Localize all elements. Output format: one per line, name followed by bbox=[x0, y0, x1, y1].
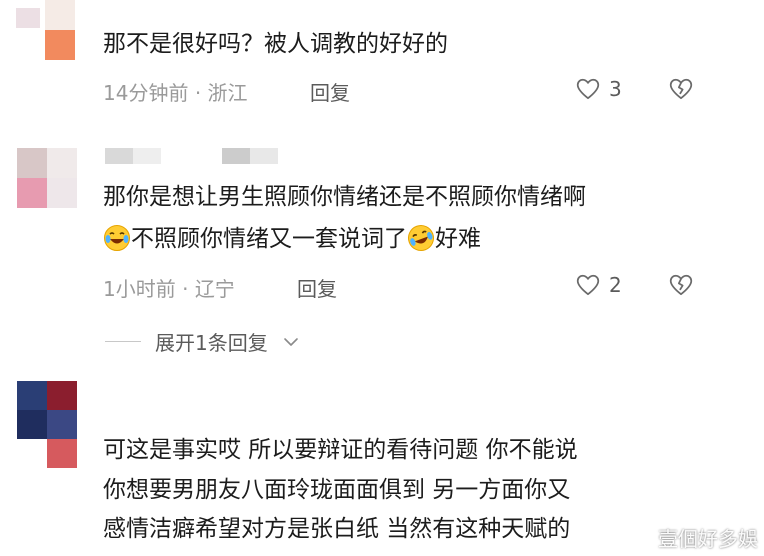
comment-text-segment: 好难 bbox=[435, 226, 481, 252]
watermark: 壹個好多娛 bbox=[658, 527, 758, 551]
reply-target-blurred bbox=[222, 148, 278, 164]
like-button[interactable]: 2 bbox=[575, 272, 622, 298]
expand-replies-label: 展开1条回复 bbox=[155, 331, 268, 355]
chevron-down-icon bbox=[283, 337, 298, 346]
comment-location: 浙江 bbox=[207, 81, 248, 105]
heart-outline-icon bbox=[576, 274, 600, 296]
reply-button[interactable]: 回复 bbox=[297, 273, 337, 302]
meta-separator: · bbox=[194, 81, 202, 105]
comment-text: 那不是很好吗？被人调教的好好的 bbox=[103, 31, 448, 57]
comment-text: 可这是事实哎 所以要辩证的看待问题 你不能说 bbox=[103, 437, 578, 463]
like-count: 2 bbox=[609, 273, 622, 297]
comment-text-line2: 不照顾你情绪又一套说词了 好难 bbox=[103, 223, 481, 255]
avatar[interactable] bbox=[45, 0, 75, 60]
laughing-crying-emoji-icon bbox=[104, 225, 130, 251]
comment-location: 辽宁 bbox=[194, 277, 235, 301]
dislike-button[interactable] bbox=[668, 76, 694, 106]
avatar[interactable] bbox=[17, 381, 77, 468]
comment-text-line2: 你想要男朋友八面玲珑面面俱到 另一方面你又 bbox=[103, 477, 571, 503]
heart-outline-icon bbox=[576, 78, 600, 100]
comment-time: 14分钟前 bbox=[103, 81, 189, 105]
comment-text-segment: 不照顾你情绪又一套说词了 bbox=[131, 226, 407, 252]
avatar[interactable] bbox=[17, 148, 77, 208]
comment-time: 1小时前 bbox=[103, 277, 176, 301]
comment-meta: 1小时前 · 辽宁 bbox=[103, 273, 235, 302]
broken-heart-icon bbox=[669, 78, 693, 100]
comment-meta: 14分钟前 · 浙江 bbox=[103, 77, 248, 106]
username-blurred[interactable] bbox=[105, 148, 161, 164]
broken-heart-icon bbox=[669, 274, 693, 296]
expand-replies-button[interactable]: 展开1条回复 bbox=[105, 327, 300, 356]
reply-button[interactable]: 回复 bbox=[310, 77, 350, 106]
divider-line bbox=[105, 341, 141, 342]
comment-text-line3: 感情洁癖希望对方是张白纸 当然有这种天赋的 bbox=[103, 516, 571, 542]
like-count: 3 bbox=[609, 77, 622, 101]
laughing-crying-emoji-icon bbox=[408, 225, 434, 251]
avatar-decoration bbox=[16, 8, 40, 28]
dislike-button[interactable] bbox=[668, 272, 694, 302]
meta-separator: · bbox=[182, 277, 189, 301]
comment-text: 那你是想让男生照顾你情绪还是不照顾你情绪啊 bbox=[103, 184, 586, 210]
like-button[interactable]: 3 bbox=[575, 76, 622, 102]
